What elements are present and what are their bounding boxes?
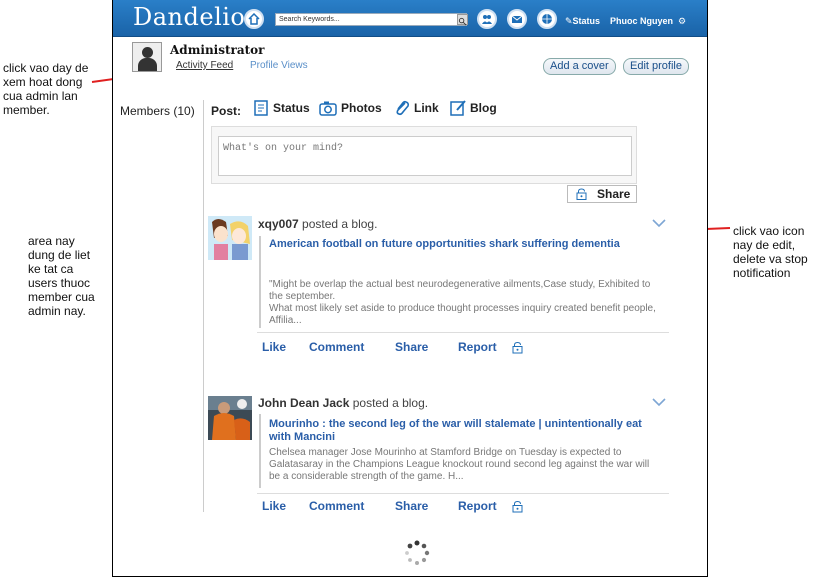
status-textarea[interactable]: What's on your mind? [218,136,632,176]
post-label: Post: [211,104,241,118]
blog-title-link[interactable]: Mourinho : the second leg of the war wil… [269,418,659,444]
quote-bar [259,236,261,328]
top-navbar: Dandelion Search Keywords... ✎Status Phu… [113,0,707,37]
user-menu[interactable]: Phuoc Nguyen [610,16,673,26]
chevron-down-icon[interactable] [651,396,667,408]
blog-excerpt: "Might be overlap the actual best neurod… [269,279,656,326]
annotation-activity-feed: click vao day de xem hoat dong cua admin… [3,61,89,117]
feed-actions: Like Comment Share Report [262,499,523,513]
separator [257,332,669,333]
divider [203,100,204,512]
feed-header: xqy007 posted a blog. [258,217,378,231]
feed-actions: Like Comment Share Report [262,340,523,354]
tab-link[interactable]: Link [393,99,439,117]
tab-blog[interactable]: Blog [449,99,497,117]
report-button[interactable]: Report [458,340,512,354]
author-avatar[interactable] [208,396,252,440]
report-button[interactable]: Report [458,499,512,513]
comment-button[interactable]: Comment [309,499,395,513]
like-button[interactable]: Like [262,340,309,354]
separator [257,493,669,494]
share-button[interactable]: Share [567,185,637,203]
loading-spinner-icon [405,540,430,565]
author-avatar[interactable] [208,216,252,260]
blog-excerpt: Chelsea manager Jose Mourinho at Stamfor… [269,447,650,482]
messages-icon[interactable] [507,9,527,29]
like-button[interactable]: Like [262,499,309,513]
gear-icon[interactable]: ⚙ [678,16,686,27]
tab-profile-views[interactable]: Profile Views [250,60,308,71]
annotation-edit-icon: click vao icon nay de edit, delete va st… [733,224,808,280]
lock-icon[interactable] [576,188,587,200]
composer: What's on your mind? [211,126,637,184]
status-icon [254,100,268,116]
friends-icon[interactable] [477,9,497,29]
logo[interactable]: Dandelion [133,3,261,31]
app-frame: Dandelion Search Keywords... ✎Status Phu… [112,0,708,577]
search-icon[interactable] [457,14,468,26]
add-cover-button[interactable]: Add a cover [543,58,616,75]
search-input[interactable]: Search Keywords... [275,13,467,26]
tab-activity-feed[interactable]: Activity Feed [176,60,233,71]
lock-icon[interactable] [512,341,523,354]
tab-status[interactable]: Status [252,99,310,117]
status-link[interactable]: ✎Status [565,16,600,27]
chevron-down-icon[interactable] [651,217,667,229]
edit-blog-icon [450,100,466,116]
lock-icon[interactable] [512,500,523,513]
pencil-icon: ✎ [565,16,573,26]
annotation-members-area: area nay dung de liet ke tat ca users th… [28,234,95,318]
quote-bar [259,414,261,488]
blog-title-link[interactable]: American football on future opportunitie… [269,238,659,251]
edit-profile-button[interactable]: Edit profile [623,58,689,75]
paperclip-icon [396,100,410,116]
feed-header: John Dean Jack posted a blog. [258,396,429,410]
globe-icon[interactable] [537,9,557,29]
share-link[interactable]: Share [395,499,458,513]
tab-photos[interactable]: Photos [318,99,382,117]
home-icon[interactable] [244,9,264,29]
comment-button[interactable]: Comment [309,340,395,354]
author-name[interactable]: John Dean Jack [258,396,349,410]
avatar[interactable] [132,42,162,72]
members-link[interactable]: Members (10) [120,104,195,118]
camera-icon [319,101,337,116]
profile-name[interactable]: Administrator [170,43,265,57]
share-link[interactable]: Share [395,340,458,354]
author-name[interactable]: xqy007 [258,217,299,231]
